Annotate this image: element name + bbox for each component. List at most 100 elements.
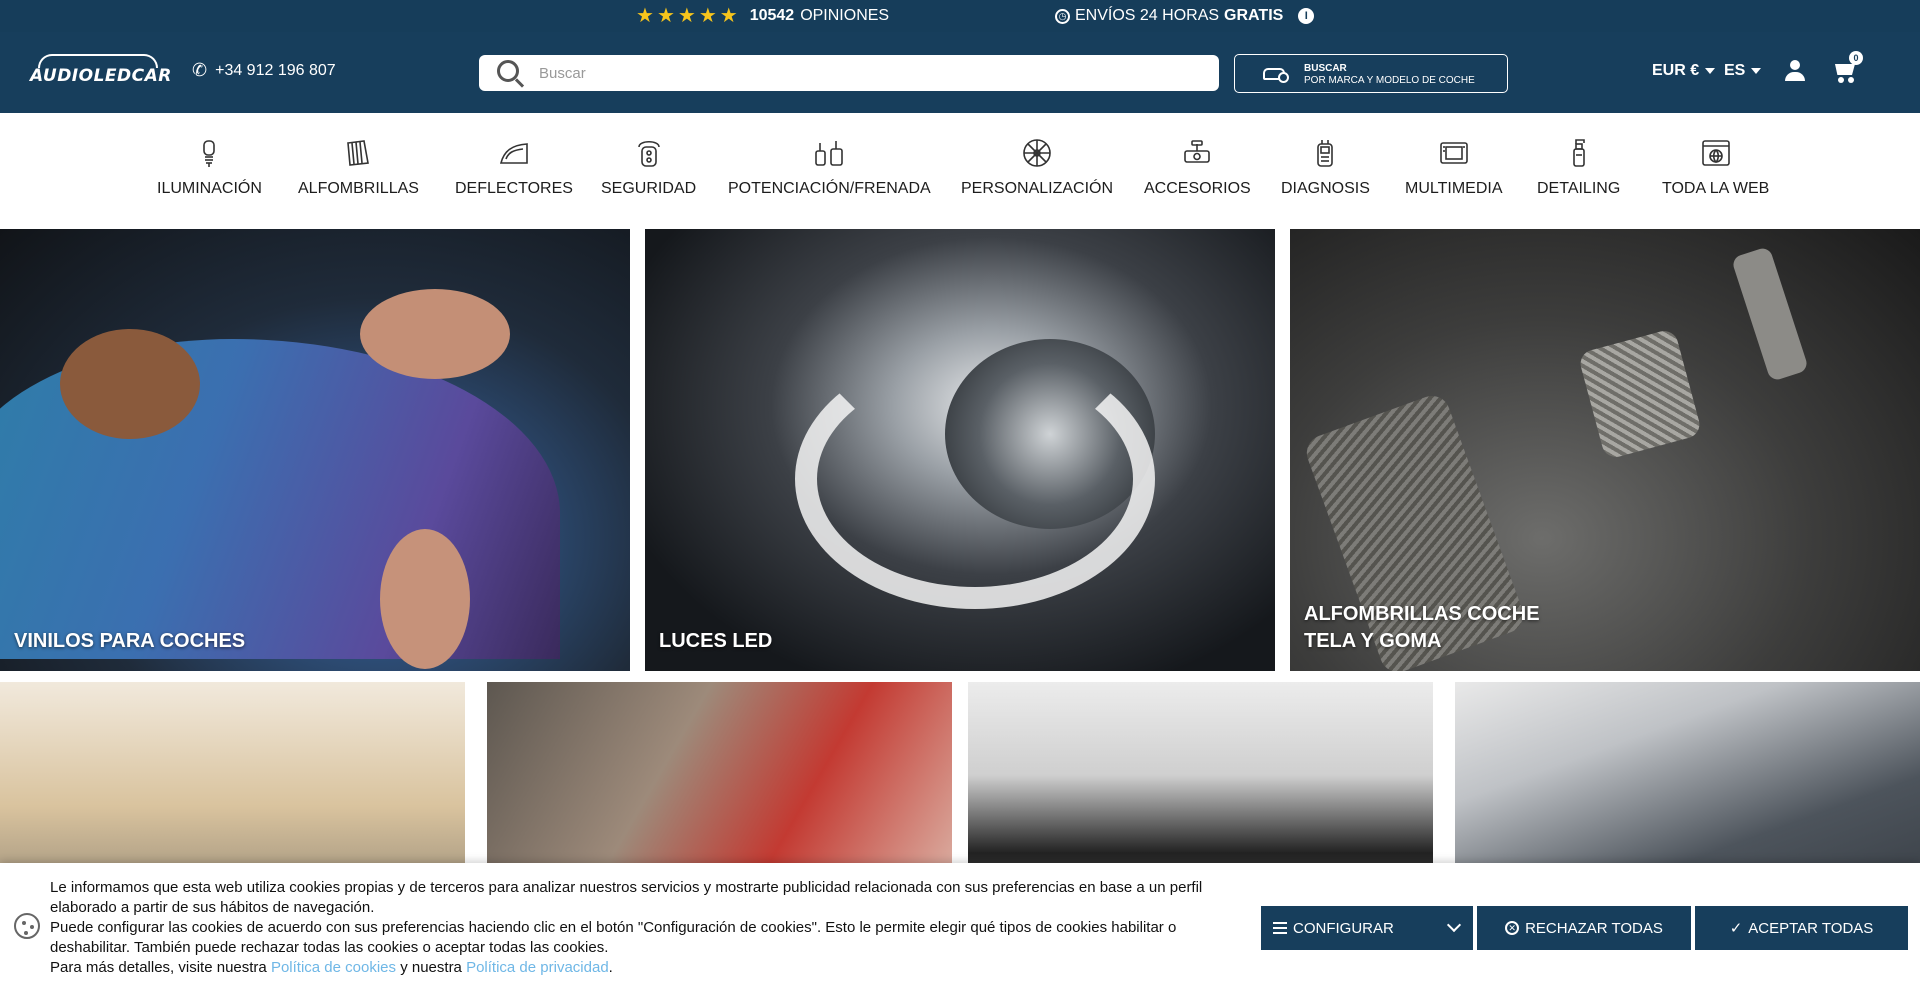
language-value: ES [1724, 62, 1746, 79]
tile-label: VINILOS PARA COCHES [14, 630, 246, 652]
category-deflectores[interactable]: DEFLECTORES [455, 137, 573, 201]
tile-image-hand [360, 289, 510, 379]
cookie-text: Le informamos que esta web utiliza cooki… [50, 878, 1230, 978]
category-label: SEGURIDAD [601, 180, 697, 197]
dashcam-icon [1181, 137, 1213, 169]
tile-image-hand [380, 529, 470, 669]
tile-luces-led[interactable]: LUCES LED [645, 229, 1275, 671]
alarm-remote-icon [633, 137, 665, 169]
cookie-details-prefix: Para más detalles, visite nuestra [50, 959, 267, 976]
logo-text: AUDIOLEDCAR [30, 66, 172, 86]
free-shipping-notice: ◷ ENVÍOS 24 HORAS GRATIS i [1055, 0, 1315, 32]
currency-selector[interactable]: EUR € [1652, 62, 1716, 80]
category-label: DEFLECTORES [455, 180, 573, 197]
star-icon: ★ [656, 5, 675, 27]
category-label: DIAGNOSIS [1281, 180, 1370, 197]
tile-vinilos[interactable]: VINILOS PARA COCHES [0, 229, 630, 671]
tuning-box-icon [813, 137, 845, 169]
cookie-text-line3: Para más detalles, visite nuestra Políti… [50, 958, 1230, 978]
tile-label-line2: TELA Y GOMA [1304, 630, 1442, 652]
search-icon[interactable] [497, 60, 519, 82]
shipping-free-label: GRATIS [1224, 7, 1284, 24]
tile-image-pedal [1730, 246, 1810, 382]
shipping-text: ENVÍOS 24 HORAS [1075, 7, 1220, 24]
tile-label-line1: ALFOMBRILLAS COCHE [1304, 603, 1540, 625]
tile-image-led-ring [795, 349, 1155, 609]
category-label: POTENCIACIÓN/FRENADA [728, 180, 931, 197]
screen-icon [1438, 137, 1470, 169]
user-account-icon[interactable] [1784, 60, 1806, 82]
currency-value: EUR € [1652, 62, 1700, 79]
info-icon[interactable]: i [1298, 8, 1315, 24]
category-label: PERSONALIZACIÓN [961, 180, 1114, 197]
spray-bottle-icon [1563, 137, 1595, 169]
cookie-text-line2: Puede configurar las cookies de acuerdo … [50, 919, 1177, 956]
car-search-subtitle: POR MARCA Y MODELO DE COCHE [1304, 75, 1475, 86]
car-search-title: BUSCAR [1304, 63, 1347, 74]
tile-label: LUCES LED [659, 630, 773, 652]
wind-deflector-icon [498, 137, 530, 169]
reviews-rating[interactable]: ★ ★ ★ ★ ★ 10542 OPINIONES [636, 0, 889, 32]
tile-label: ALFOMBRILLAS COCHE TELA Y GOMA [1304, 601, 1540, 655]
privacy-policy-link[interactable]: Política de privacidad [466, 959, 609, 976]
car-model-search-button[interactable]: BUSCAR POR MARCA Y MODELO DE COCHE [1234, 54, 1508, 93]
category-toda-la-web[interactable]: TODA LA WEB [1662, 137, 1769, 201]
rating-stars: ★ ★ ★ ★ ★ [636, 6, 738, 26]
cookie-banner: Le informamos que esta web utiliza cooki… [0, 863, 1920, 993]
reviews-count: 10542 [749, 7, 795, 24]
car-search-text: BUSCAR POR MARCA Y MODELO DE COCHE [1304, 63, 1475, 87]
category-diagnosis[interactable]: DIAGNOSIS [1281, 137, 1370, 201]
tile-image-hand [60, 329, 200, 439]
site-logo[interactable]: AUDIOLEDCAR [30, 54, 171, 88]
category-label: MULTIMEDIA [1405, 180, 1503, 197]
category-iluminacion[interactable]: ILUMINACIÓN [157, 137, 262, 201]
category-seguridad[interactable]: SEGURIDAD [601, 137, 696, 201]
globe-window-icon [1700, 137, 1732, 169]
category-multimedia[interactable]: MULTIMEDIA [1405, 137, 1502, 201]
top-bar: ★ ★ ★ ★ ★ 10542 OPINIONES ◷ ENVÍOS 24 HO… [0, 0, 1920, 32]
accept-all-cookies-button[interactable]: ✓ ACEPTAR TODAS [1695, 906, 1908, 950]
close-circle-icon: ✕ [1505, 921, 1520, 935]
phone-icon: ✆ [192, 60, 208, 80]
star-icon: ★ [677, 5, 696, 27]
category-label: ACCESORIOS [1144, 180, 1251, 197]
category-nav: ILUMINACIÓN ALFOMBRILLAS DEFLECTORES SEG… [0, 113, 1920, 229]
check-icon: ✓ [1729, 920, 1743, 937]
tile-image-pedal [1577, 327, 1703, 461]
cookie-text-line1: Le informamos que esta web utiliza cooki… [50, 879, 1203, 916]
language-selector[interactable]: ES [1724, 62, 1762, 80]
chevron-down-icon [1446, 917, 1462, 933]
star-icon: ★ [698, 5, 717, 27]
search-bar [479, 55, 1219, 91]
bulb-icon [193, 137, 225, 169]
category-label: DETAILING [1537, 180, 1621, 197]
category-label: ILUMINACIÓN [157, 180, 262, 197]
configure-cookies-button[interactable]: CONFIGURAR [1261, 906, 1473, 950]
reviews-label: OPINIONES [800, 7, 890, 24]
phone-number: +34 912 196 807 [215, 61, 336, 79]
category-detailing[interactable]: DETAILING [1537, 137, 1620, 201]
category-alfombrillas[interactable]: ALFOMBRILLAS [298, 137, 419, 201]
category-potenciacion-frenada[interactable]: POTENCIACIÓN/FRENADA [728, 137, 931, 201]
tile-alfombrillas[interactable]: ALFOMBRILLAS COCHE TELA Y GOMA [1290, 229, 1920, 671]
category-personalizacion[interactable]: PERSONALIZACIÓN [961, 137, 1113, 201]
category-label: TODA LA WEB [1662, 180, 1770, 197]
cookies-policy-link[interactable]: Política de cookies [271, 959, 396, 976]
configure-label: CONFIGURAR [1293, 919, 1394, 937]
chevron-down-icon [1705, 68, 1716, 74]
cookie-icon [14, 913, 40, 939]
category-label: ALFOMBRILLAS [298, 180, 419, 197]
chevron-down-icon [1751, 68, 1762, 74]
cart-count-badge: 0 [1849, 51, 1863, 65]
site-header: AUDIOLEDCAR ✆ +34 912 196 807 BUSCAR POR… [0, 32, 1920, 113]
category-accesorios[interactable]: ACCESORIOS [1144, 137, 1251, 201]
obd-scanner-icon [1309, 137, 1341, 169]
reject-all-cookies-button[interactable]: ✕ RECHAZAR TODAS [1477, 906, 1691, 950]
search-input[interactable] [539, 55, 1209, 91]
phone-contact[interactable]: ✆ +34 912 196 807 [192, 60, 336, 81]
wheel-icon [1021, 137, 1053, 169]
star-icon: ★ [719, 5, 738, 27]
accept-label: ACEPTAR TODAS [1748, 919, 1874, 937]
sliders-icon [1273, 922, 1287, 934]
reject-label: RECHAZAR TODAS [1525, 919, 1663, 937]
